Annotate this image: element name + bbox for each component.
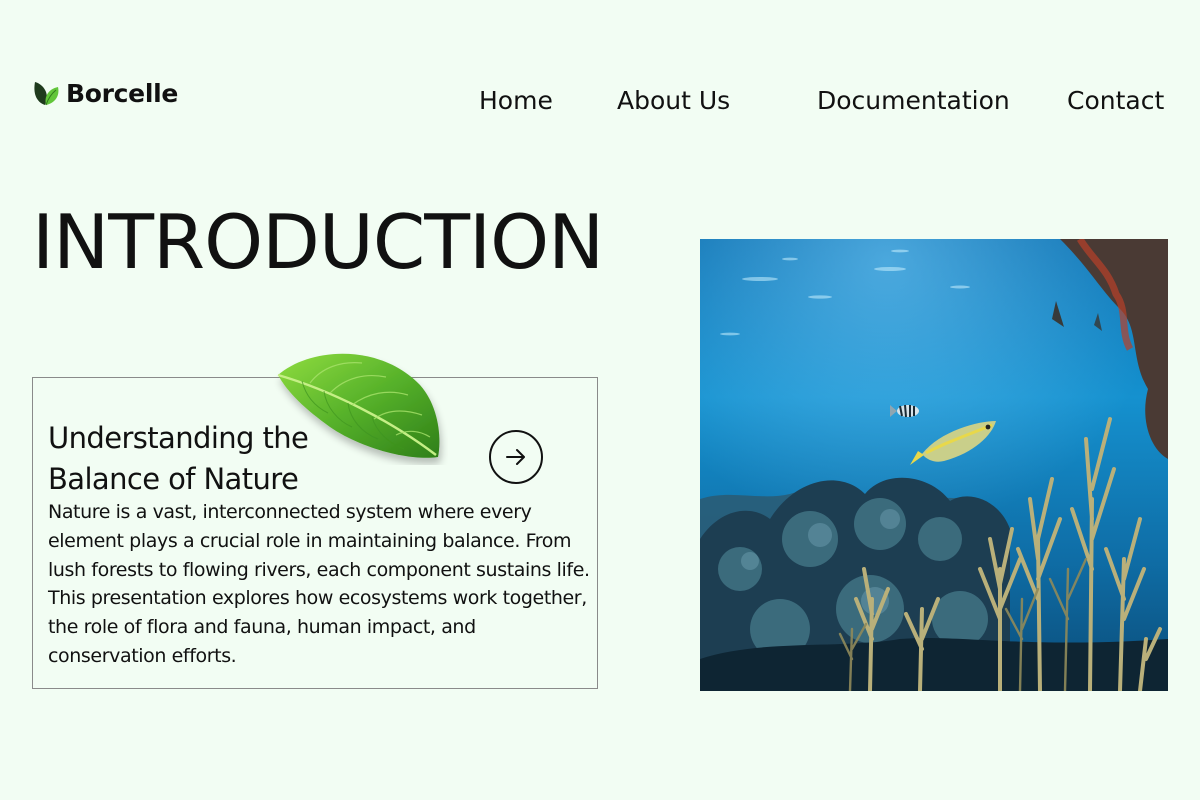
- brand-name: Borcelle: [66, 78, 179, 108]
- leaf-image: [277, 353, 440, 458]
- card-body-text: Nature is a vast, interconnected system …: [48, 501, 590, 667]
- nav-about-us[interactable]: About Us: [617, 86, 730, 115]
- arrow-right-icon: [506, 449, 525, 465]
- nav-contact[interactable]: Contact: [1067, 86, 1164, 115]
- coral-reef-image: [700, 239, 1168, 691]
- next-arrow-button[interactable]: [489, 430, 543, 484]
- brand-logo[interactable]: Borcelle: [32, 78, 178, 108]
- nav-documentation[interactable]: Documentation: [817, 86, 1010, 115]
- page-title: INTRODUCTION: [32, 198, 604, 286]
- nav-home[interactable]: Home: [479, 86, 553, 115]
- leaf-icon: [34, 82, 59, 106]
